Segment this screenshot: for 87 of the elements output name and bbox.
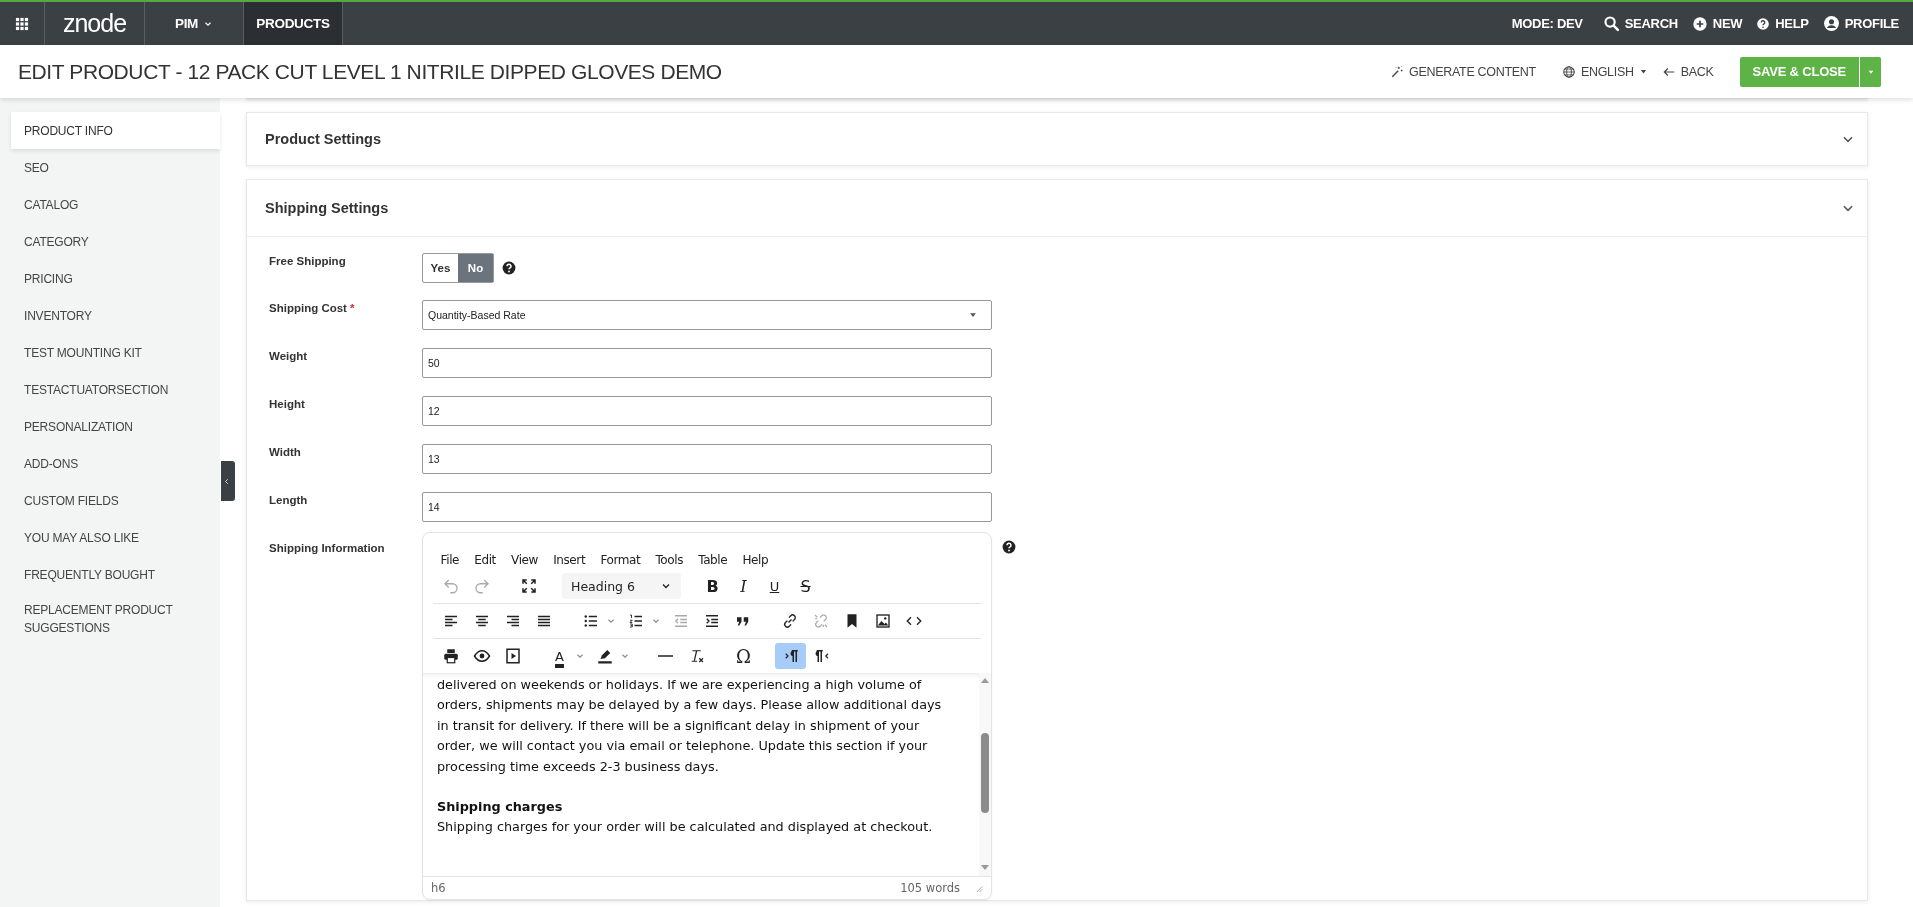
block-format-dropdown[interactable]: Heading 6	[562, 573, 681, 599]
search-link[interactable]: SEARCH	[1602, 2, 1678, 45]
language-dropdown[interactable]: ENGLISH	[1561, 64, 1648, 79]
editor-menu-item[interactable]: File	[433, 551, 467, 569]
plus-icon	[1691, 15, 1708, 32]
editor-menu-item[interactable]: Edit	[466, 551, 504, 569]
search-icon	[1602, 15, 1620, 32]
scrollbar[interactable]	[979, 673, 991, 876]
sidebar-item[interactable]: PRICING	[11, 260, 220, 297]
sidebar-item[interactable]: REPLACEMENT PRODUCT SUGGESTIONS	[11, 593, 220, 645]
field-label: Length	[269, 494, 308, 506]
editor-menu-item[interactable]: Table	[690, 551, 735, 569]
field-label: Shipping Cost	[269, 302, 347, 314]
editor-menu-item[interactable]: View	[503, 551, 546, 569]
input-field[interactable]: 12	[422, 396, 992, 426]
back-button[interactable]: BACK	[1661, 64, 1714, 79]
editor-paragraph: Shipping charges for your order will be calculated and displayed at checkout.	[437, 818, 934, 837]
sidebar-item[interactable]: TEST MOUNTING KIT	[11, 334, 220, 371]
image-icon	[873, 612, 892, 630]
sidebar-item[interactable]: PRODUCT INFO	[11, 112, 220, 149]
panel-header[interactable]: Product Settings	[247, 113, 1867, 165]
word-count: 105 words	[900, 881, 960, 895]
field-label: Width	[269, 446, 301, 458]
help-link[interactable]: HELP	[1756, 2, 1809, 45]
input-field[interactable]: 14	[422, 492, 992, 522]
left-to-right-button[interactable]	[775, 643, 806, 669]
field-label: Free Shipping	[269, 255, 346, 267]
editor-menu-item[interactable]: Help	[734, 551, 776, 569]
caret-icon	[1638, 67, 1648, 76]
nav-menu-tab[interactable]: PRODUCTS	[244, 2, 343, 45]
underline-button[interactable]: U	[759, 573, 790, 599]
input-field[interactable]: 50	[422, 348, 992, 378]
save-options-button[interactable]	[1860, 56, 1881, 87]
print-icon	[441, 647, 460, 665]
editor-menu-item[interactable]: Format	[592, 551, 648, 569]
sidebar-item[interactable]: FREQUENTLY BOUGHT	[11, 556, 220, 593]
sidebar-item[interactable]: SEO	[11, 149, 220, 186]
profile-link[interactable]: PROFILE	[1822, 2, 1899, 45]
grid-icon	[14, 15, 30, 32]
help-icon	[1756, 16, 1771, 31]
sidebar-item[interactable]: PERSONALIZATION	[11, 408, 220, 445]
magic-wand-icon	[1390, 64, 1404, 79]
editor-heading: Shipping charges	[437, 798, 564, 817]
help-icon[interactable]	[1002, 540, 1016, 554]
special-character-button[interactable]: Ω	[728, 643, 759, 669]
text-color-button[interactable]: A	[544, 643, 575, 669]
sidebar-item[interactable]: CATALOG	[11, 186, 220, 223]
element-path: h6	[431, 881, 446, 895]
sidebar-item[interactable]: TESTACTUATORSECTION	[11, 371, 220, 408]
highlight-icon	[595, 647, 614, 665]
panel-header[interactable]: Shipping Settings	[247, 180, 1867, 237]
bold-button[interactable]: B	[697, 573, 728, 599]
required-mark: *	[349, 302, 355, 314]
mode-label: MODE: DEV	[1511, 16, 1583, 31]
collapse-handle[interactable]	[221, 461, 235, 501]
sidebar-item[interactable]: ADD-ONS	[11, 445, 220, 482]
italic-button[interactable]: I	[728, 573, 759, 599]
fullscreen-icon	[519, 577, 538, 595]
horizontal-line-icon	[658, 655, 673, 657]
preview-icon	[472, 647, 491, 665]
sidebar-item[interactable]: CUSTOM FIELDS	[11, 482, 220, 519]
panel-title: Shipping Settings	[265, 200, 389, 216]
input-field[interactable]: 13	[422, 444, 992, 474]
shipping-cost-select[interactable]: Quantity-Based Rate	[422, 300, 992, 330]
page-title: EDIT PRODUCT - 12 PACK CUT LEVEL 1 NITRILE DIPPED GLOVES DEMO	[18, 59, 722, 84]
help-icon[interactable]	[502, 261, 516, 275]
user-icon	[1822, 15, 1840, 32]
toggle-option[interactable]: No	[458, 254, 493, 282]
generate-content-button[interactable]: GENERATE CONTENT	[1390, 64, 1536, 79]
resize-handle-icon[interactable]	[974, 883, 983, 893]
editor-menu-item[interactable]: Tools	[647, 551, 691, 569]
panel-title: Product Settings	[265, 131, 381, 147]
field-label: Height	[269, 398, 305, 410]
field-label: Weight	[269, 350, 308, 362]
sidebar-item[interactable]: YOU MAY ALSO LIKE	[11, 519, 220, 556]
redo-icon	[472, 577, 491, 595]
numbered-list-icon	[626, 612, 645, 630]
strikethrough-button[interactable]: S	[790, 573, 821, 599]
field-label: Shipping Information	[269, 542, 385, 554]
undo-icon	[441, 577, 460, 595]
sidebar-item[interactable]: INVENTORY	[11, 297, 220, 334]
globe-icon	[1561, 64, 1576, 79]
media-icon	[503, 647, 522, 665]
editor-menu-item[interactable]: Insert	[545, 551, 593, 569]
toggle-option[interactable]: Yes	[423, 254, 458, 282]
new-link[interactable]: NEW	[1691, 2, 1743, 45]
sidebar-item[interactable]: CATEGORY	[11, 223, 220, 260]
